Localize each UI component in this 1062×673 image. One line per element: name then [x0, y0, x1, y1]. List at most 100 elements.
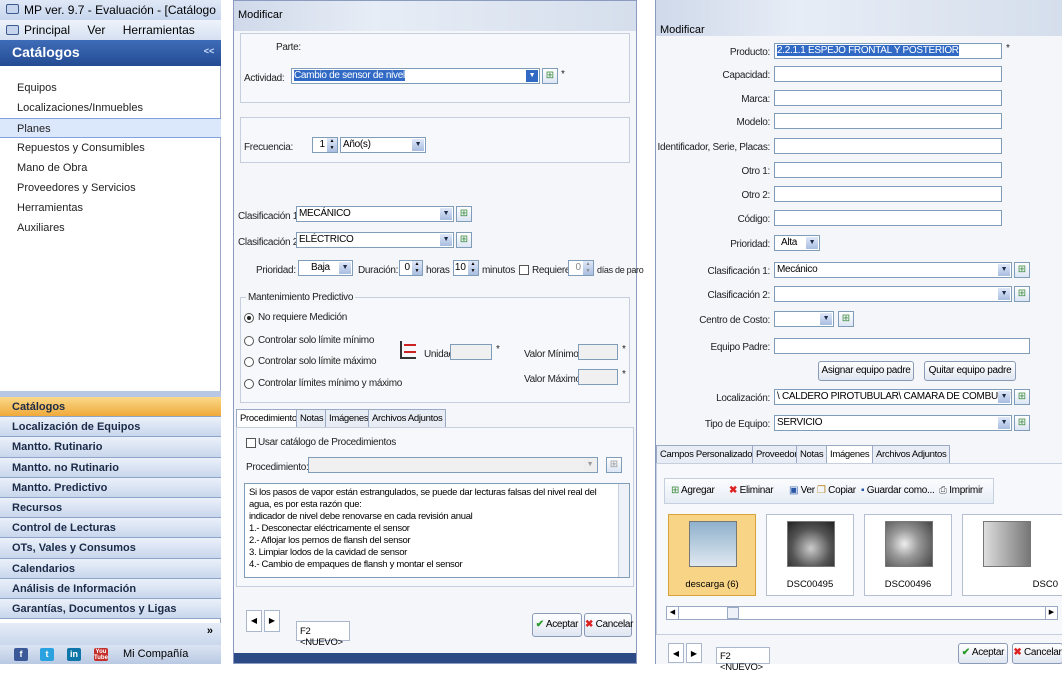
- tab-archivos-adjuntos[interactable]: Archivos Adjuntos: [368, 409, 447, 427]
- catalog-item-planes[interactable]: Planes: [0, 118, 221, 138]
- minutos-stepper[interactable]: 10 ▲ ▼: [453, 260, 479, 276]
- equipo-padre-field[interactable]: [774, 338, 1030, 354]
- modelo-field[interactable]: [774, 113, 1002, 129]
- delete-image-button[interactable]: ✖ Eliminar: [729, 485, 774, 496]
- tab-archivos-adjuntos[interactable]: Archivos Adjuntos: [872, 445, 951, 463]
- vertical-scrollbar[interactable]: [618, 484, 629, 577]
- radio-limites-min-max[interactable]: [244, 379, 254, 389]
- horas-stepper[interactable]: 0 ▲ ▼: [399, 260, 423, 276]
- cancelar-button[interactable]: ✖ Cancelar: [1012, 643, 1062, 664]
- spin-arrows-icon[interactable]: ▲ ▼: [583, 261, 593, 275]
- chevron-down-icon[interactable]: ▼: [998, 391, 1010, 403]
- tab-imagenes[interactable]: Imágenes: [826, 445, 874, 464]
- radio-limite-minimo[interactable]: [244, 336, 254, 346]
- prev-record-icon[interactable]: ◀: [668, 643, 684, 663]
- image-thumbnail[interactable]: DSC0: [962, 514, 1062, 596]
- nav-catalogos[interactable]: Catálogos: [0, 397, 221, 418]
- catalog-item-equipos[interactable]: Equipos: [0, 78, 221, 98]
- chevron-down-icon[interactable]: ▼: [998, 264, 1010, 276]
- unidad-field[interactable]: [450, 344, 492, 360]
- spin-arrows-icon[interactable]: ▲ ▼: [412, 261, 422, 275]
- usar-catalogo-checkbox[interactable]: [246, 438, 256, 448]
- twitter-icon[interactable]: t: [40, 648, 54, 661]
- nav-localizacion-equipos[interactable]: Localización de Equipos: [0, 417, 221, 438]
- otro2-field[interactable]: [774, 186, 1002, 202]
- capacidad-field[interactable]: [774, 66, 1002, 82]
- chevron-down-icon[interactable]: ▼: [998, 288, 1010, 300]
- next-record-icon[interactable]: ▶: [686, 643, 702, 663]
- catalog-item-proveedores[interactable]: Proveedores y Servicios: [0, 178, 221, 198]
- print-button[interactable]: ⎙ Imprimir: [939, 485, 983, 496]
- nav-garantias[interactable]: Garantías, Documentos y Ligas: [0, 598, 221, 620]
- tree-select-icon[interactable]: ⊞: [606, 457, 622, 473]
- spin-arrows-icon[interactable]: ▲ ▼: [468, 261, 478, 275]
- scroll-right-icon[interactable]: ▶: [1045, 607, 1057, 619]
- nav-analisis[interactable]: Análisis de Información: [0, 578, 221, 599]
- tab-notas[interactable]: Notas: [296, 409, 328, 427]
- scroll-left-icon[interactable]: ◀: [667, 607, 679, 619]
- tree-select-icon[interactable]: ⊞: [1014, 415, 1030, 431]
- copy-image-button[interactable]: ❐ Copiar: [817, 485, 856, 496]
- dias-stepper[interactable]: 0 ▲ ▼: [568, 260, 594, 276]
- nav-control-lecturas[interactable]: Control de Lecturas: [0, 518, 221, 539]
- catalog-item-mano-de-obra[interactable]: Mano de Obra: [0, 158, 221, 178]
- clasif1-select[interactable]: Mecánico ▼: [774, 262, 1012, 278]
- chevron-down-icon[interactable]: ▼: [412, 139, 424, 151]
- linkedin-icon[interactable]: in: [67, 648, 81, 661]
- save-as-button[interactable]: ▪ Guardar como...: [861, 485, 935, 496]
- codigo-field[interactable]: [774, 210, 1002, 226]
- catalog-item-herramientas[interactable]: Herramientas: [0, 198, 221, 218]
- chevron-down-icon[interactable]: ▼: [820, 313, 832, 325]
- procedimiento-text[interactable]: Si los pasos de vapor están estrangulado…: [244, 483, 630, 578]
- tree-select-icon[interactable]: ⊞: [542, 68, 558, 84]
- valor-maximo-field[interactable]: [578, 369, 618, 385]
- nav-more[interactable]: »: [0, 623, 221, 645]
- catalog-item-repuestos[interactable]: Repuestos y Consumibles: [0, 138, 221, 158]
- frecuencia-stepper[interactable]: 1 ▲ ▼: [312, 137, 338, 153]
- localizacion-select[interactable]: \ CALDERO PIROTUBULAR\ CAMARA DE COMBUST…: [774, 389, 1012, 405]
- image-thumbnail[interactable]: DSC00495: [766, 514, 854, 596]
- clasif1-select[interactable]: MECÁNICO ▼: [296, 206, 454, 222]
- otro1-field[interactable]: [774, 162, 1002, 178]
- menu-app-icon[interactable]: [6, 25, 19, 35]
- chevron-down-icon[interactable]: ▼: [339, 262, 351, 274]
- collapse-panel-button[interactable]: <<: [201, 46, 217, 60]
- tab-proveedor[interactable]: Proveedor: [752, 445, 802, 463]
- facebook-icon[interactable]: f: [14, 648, 28, 661]
- spin-arrows-icon[interactable]: ▲ ▼: [327, 138, 337, 152]
- cancelar-button[interactable]: ✖ Cancelar: [584, 613, 634, 637]
- tree-select-icon[interactable]: ⊞: [838, 311, 854, 327]
- image-thumbnail[interactable]: descarga (6): [668, 514, 756, 596]
- clasif2-select[interactable]: ▼: [774, 286, 1012, 302]
- catalog-item-auxiliares[interactable]: Auxiliares: [0, 218, 221, 238]
- nav-mantto-no-rutinario[interactable]: Mantto. no Rutinario: [0, 457, 221, 478]
- procedimiento-select[interactable]: ▼: [308, 457, 598, 473]
- tipo-equipo-select[interactable]: SERVICIO ▼: [774, 415, 1012, 431]
- chevron-down-icon[interactable]: ▼: [998, 417, 1010, 429]
- radio-limite-maximo[interactable]: [244, 357, 254, 367]
- quitar-equipo-padre-button[interactable]: Quitar equipo padre: [924, 361, 1016, 381]
- view-image-button[interactable]: ▣ Ver: [789, 485, 815, 496]
- youtube-icon[interactable]: You Tube: [94, 648, 108, 661]
- chevron-down-icon[interactable]: ▼: [440, 234, 452, 246]
- menu-ver[interactable]: Ver: [87, 23, 105, 37]
- prioridad-select[interactable]: Alta ▼: [774, 235, 820, 251]
- aceptar-button[interactable]: ✔ Aceptar: [958, 643, 1008, 664]
- tree-select-icon[interactable]: ⊞: [456, 206, 472, 222]
- nav-recursos[interactable]: Recursos: [0, 497, 221, 519]
- scroll-thumb[interactable]: [727, 607, 739, 619]
- radio-no-medicion[interactable]: [244, 313, 254, 323]
- centro-costo-select[interactable]: ▼: [774, 311, 834, 327]
- horizontal-scrollbar[interactable]: ◀ ▶: [666, 606, 1058, 620]
- nav-calendarios[interactable]: Calendarios: [0, 558, 221, 579]
- prev-record-icon[interactable]: ◀: [246, 610, 262, 632]
- frecuencia-unit-select[interactable]: Año(s) ▼: [340, 137, 426, 153]
- tree-select-icon[interactable]: ⊞: [1014, 389, 1030, 405]
- tab-procedimiento[interactable]: Procedimiento: [236, 409, 301, 428]
- chevron-down-icon[interactable]: ▼: [440, 208, 452, 220]
- actividad-combo[interactable]: Cambio de sensor de nivel ▼: [291, 68, 540, 84]
- more-chevron-icon[interactable]: »: [207, 625, 213, 637]
- menu-principal[interactable]: Principal: [24, 23, 70, 37]
- asignar-equipo-padre-button[interactable]: Asignar equipo padre: [818, 361, 914, 381]
- tab-imagenes[interactable]: Imágenes: [325, 409, 373, 427]
